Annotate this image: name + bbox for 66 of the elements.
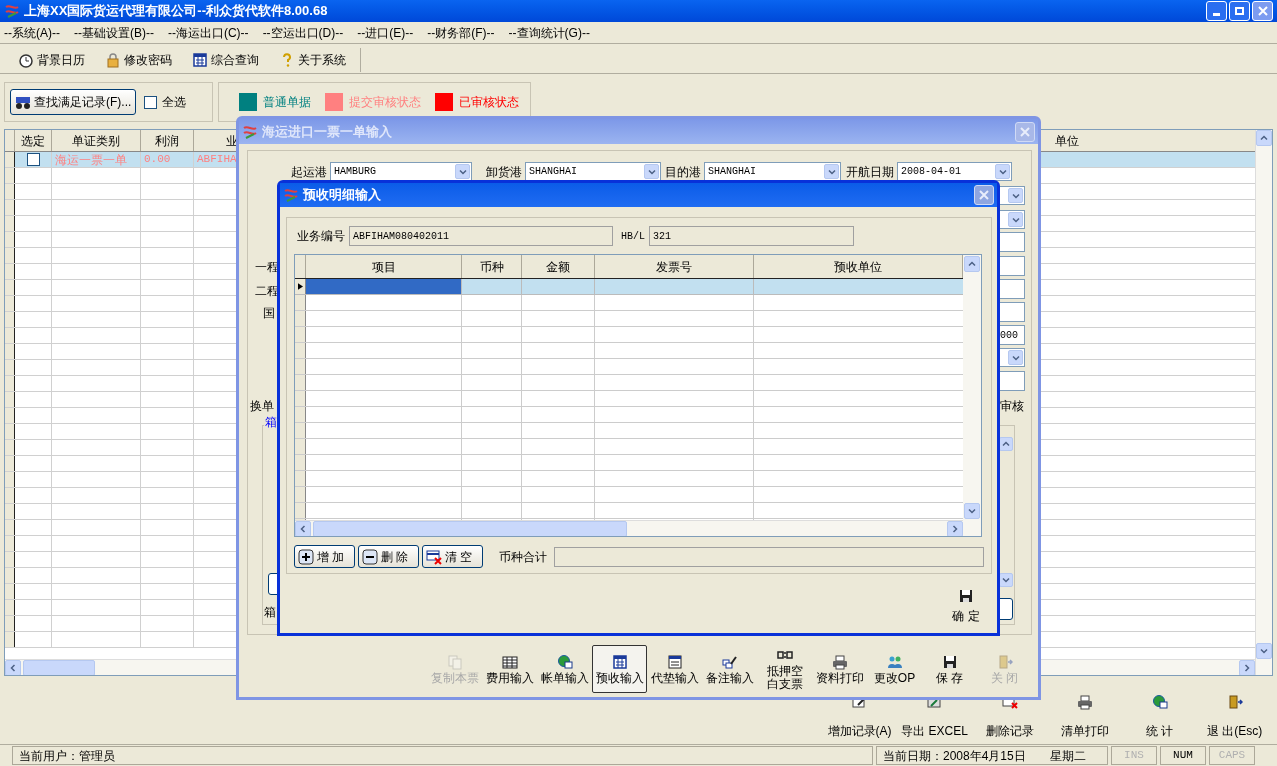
checkbox-label[interactable]: 全选 [162, 93, 187, 111]
field-label: 币种合计 [499, 548, 547, 566]
legend-label: 普通单据 [263, 94, 311, 111]
toolbar-button[interactable]: 抵押空白支票 [757, 645, 812, 693]
column-header[interactable]: 选定 [15, 130, 52, 151]
key-indicator: INS [1111, 746, 1157, 765]
toolbar-button[interactable]: 帐单输入 [537, 645, 592, 693]
toolbar-button[interactable]: 综合查询 [192, 50, 259, 69]
field-label: 开航日期 [846, 163, 894, 181]
toolbar-button[interactable]: 费用输入 [482, 645, 537, 693]
field-label: 国 [263, 305, 275, 322]
toolbar-button[interactable]: 备注输入 [702, 645, 757, 693]
column-header[interactable]: 单证类别 [52, 130, 141, 151]
field-label: 卸货港 [486, 163, 522, 181]
menu-item[interactable]: --基础设置(B)-- [74, 23, 154, 42]
toolbar-button[interactable]: 背景日历 [18, 50, 85, 69]
action-button[interactable]: 删 除 [358, 545, 419, 568]
toolbar-button[interactable]: 资料打印 [812, 645, 867, 693]
search-button[interactable]: 查找满足记录(F)... [10, 89, 137, 115]
toolbar-button[interactable]: 退 出(Esc) [1197, 694, 1272, 738]
field-label: HB/L [621, 229, 645, 244]
action-button[interactable]: 清 空 [422, 545, 483, 568]
menu-item[interactable]: --查询统计(G)-- [508, 23, 590, 42]
field-label: 业务编号 [297, 228, 345, 245]
toolbar-button[interactable]: 代垫输入 [647, 645, 702, 693]
toolbar-button[interactable]: 修改密码 [105, 50, 172, 69]
field-label: 审核 [1000, 398, 1024, 415]
column-header[interactable]: 发票号 [595, 255, 754, 278]
legend-label: 提交审核状态 [349, 94, 421, 111]
input-field: ABFIHAM080402011 [349, 226, 613, 246]
window-title: 上海XX国际货运代理有限公司--利众货代软件8.00.68 [24, 2, 328, 21]
status-text: 星期二 [1049, 747, 1086, 765]
column-header[interactable]: 利润 [141, 130, 194, 151]
field-label: 目的港 [665, 163, 701, 181]
ok-button[interactable]: 确 定 [944, 585, 988, 627]
toolbar-button[interactable]: 预收输入 [592, 645, 647, 693]
status-text: 当前用户：管理员 [12, 746, 873, 765]
table-cell: 海运一票一单 [52, 152, 141, 167]
dialog-title: 预收明细输入 [303, 186, 381, 205]
field-label: 换单 [250, 398, 274, 415]
toolbar-button[interactable]: 统 计 [1122, 694, 1197, 738]
action-button[interactable]: 增 加 [294, 545, 355, 568]
key-indicator: NUM [1160, 746, 1206, 765]
legend-label: 已审核状态 [459, 94, 519, 111]
input-field[interactable]: 000 [998, 325, 1025, 345]
column-header[interactable]: 金额 [522, 255, 595, 278]
menu-item[interactable]: --进口(E)-- [357, 23, 414, 42]
group-title: 箱 [264, 413, 278, 431]
menu-item[interactable]: --财务部(F)-- [427, 23, 495, 42]
menu-item[interactable]: --空运出口(D)-- [262, 23, 344, 42]
toolbar-button[interactable]: 保 存 [922, 645, 977, 693]
dropdown-field[interactable]: 2008-04-01 [897, 162, 1012, 181]
toolbar-button[interactable]: 更改OP [867, 645, 922, 693]
input-field: 321 [649, 226, 854, 246]
table-cell: 0.00 [141, 152, 194, 167]
column-header[interactable]: 单位 [1049, 130, 1255, 151]
menu-item[interactable]: --海运出口(C)-- [167, 23, 249, 42]
field-label: 起运港 [291, 163, 327, 181]
toolbar-button[interactable]: 关于系统 [279, 50, 346, 69]
toolbar-button[interactable]: 清单打印 [1047, 694, 1122, 738]
column-header[interactable]: 项目 [306, 255, 462, 278]
menu-item[interactable]: --系统(A)-- [4, 23, 60, 42]
status-text: 当前日期：2008年4月15日 [883, 747, 1026, 765]
column-header[interactable]: 币种 [462, 255, 522, 278]
field-label: 箱 [264, 604, 276, 621]
key-indicator: CAPS [1209, 746, 1255, 765]
